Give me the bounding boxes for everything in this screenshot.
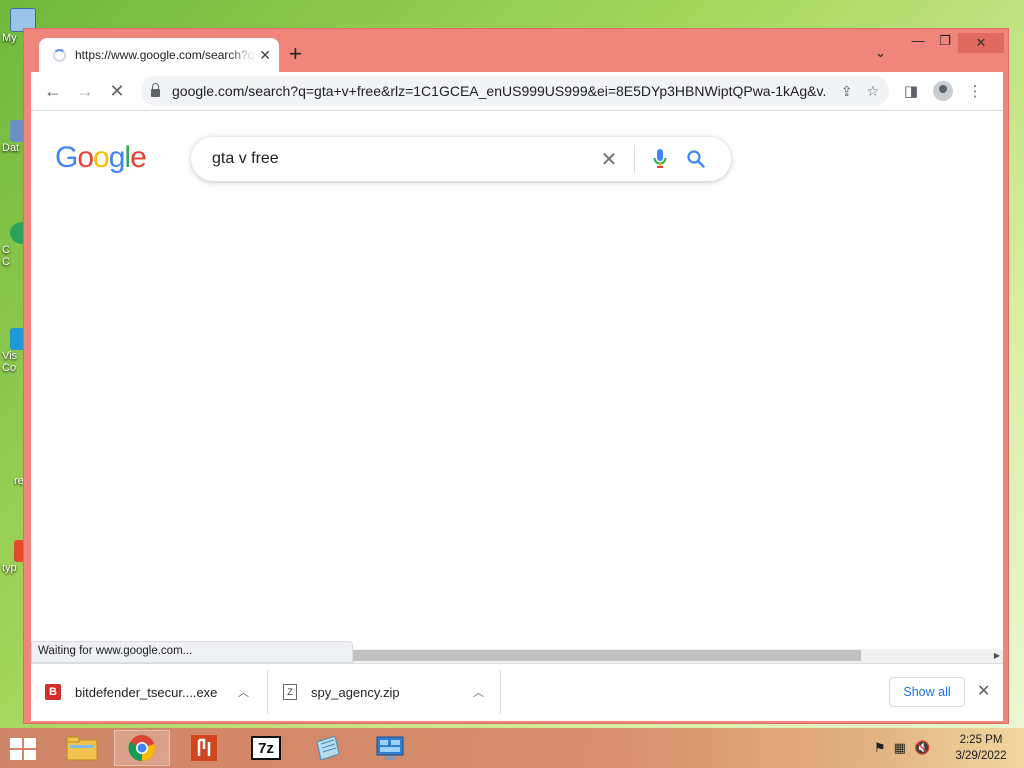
share-icon[interactable]: ⇪: [841, 83, 853, 100]
volume-muted-icon[interactable]: 🔇: [914, 740, 930, 756]
voice-search-icon[interactable]: [645, 149, 675, 169]
taskbar-clock[interactable]: 2:25 PM 3/29/2022: [946, 732, 1016, 764]
google-logo-letter: G: [55, 141, 78, 174]
side-panel-icon[interactable]: ◨: [895, 82, 927, 100]
show-all-downloads-button[interactable]: Show all: [889, 677, 965, 707]
url-text[interactable]: google.com/search?q=gta+v+free&rlz=1C1GC…: [172, 83, 827, 99]
download-item-bitdefender[interactable]: B bitdefender_tsecur....exe ︿: [45, 664, 255, 720]
profile-avatar-icon[interactable]: [933, 81, 953, 101]
downloads-bar: B bitdefender_tsecur....exe ︿ Z spy_agen…: [31, 663, 1003, 721]
clock-date: 3/29/2022: [955, 750, 1007, 762]
taskbar-pdf-reader[interactable]: [176, 730, 232, 766]
maximize-button[interactable]: ❐: [931, 33, 959, 49]
clock-time: 2:25 PM: [959, 734, 1003, 746]
window-close-button[interactable]: ✕: [958, 33, 1004, 53]
clear-search-icon[interactable]: ✕: [594, 147, 624, 172]
download-filename: bitdefender_tsecur....exe: [75, 684, 218, 700]
search-input[interactable]: gta v free: [212, 150, 594, 168]
pdf-reader-icon: [191, 735, 217, 761]
system-tray: ⚑ ▦ 🔇: [874, 740, 930, 756]
taskbar-control-panel[interactable]: [362, 730, 418, 766]
horizontal-scrollbar[interactable]: ▶: [353, 649, 1003, 663]
google-logo[interactable]: Google: [55, 141, 147, 175]
start-button[interactable]: [10, 738, 38, 760]
search-divider: [634, 145, 635, 173]
chevron-up-icon[interactable]: ︿: [238, 684, 249, 700]
search-submit-icon[interactable]: [681, 150, 711, 168]
search-box[interactable]: gta v free ✕: [191, 137, 731, 181]
stop-button[interactable]: ✕: [101, 81, 133, 102]
forward-button[interactable]: →: [69, 81, 101, 102]
download-filename: spy_agency.zip: [311, 684, 400, 700]
action-center-flag-icon[interactable]: ⚑: [874, 740, 886, 756]
bookmark-star-icon[interactable]: ☆: [866, 83, 879, 100]
network-icon[interactable]: ▦: [894, 740, 906, 756]
new-tab-button[interactable]: +: [289, 43, 302, 65]
status-bubble: Waiting for www.google.com...: [31, 641, 353, 663]
google-logo-letter: e: [130, 141, 147, 174]
google-logo-letter: o: [93, 141, 110, 174]
7zip-label: 7z: [258, 740, 274, 757]
windows-logo-pane: [24, 750, 36, 760]
browser-tab[interactable]: https://www.google.com/search?q=gta+v+fr…: [39, 38, 279, 72]
chrome-icon: [128, 735, 155, 762]
lock-icon[interactable]: [151, 83, 160, 97]
loading-spinner-icon: [53, 48, 66, 62]
download-divider: [267, 670, 268, 714]
windows-logo-icon: [10, 738, 22, 748]
file-explorer-icon: [66, 736, 98, 761]
taskbar-notepad[interactable]: [300, 730, 356, 766]
address-bar[interactable]: google.com/search?q=gta+v+free&rlz=1C1GC…: [141, 76, 889, 106]
google-logo-letter: o: [77, 141, 94, 174]
menu-kebab-icon[interactable]: ⋮: [959, 82, 991, 100]
taskbar: 7z ⚑ ▦ 🔇 2:25 PM 3/29/2022: [0, 728, 1024, 768]
url-path: /search?q=gta+v+free&rlz=1C1GCEA_enUS999…: [244, 83, 827, 99]
tab-title: https://www.google.com/search?q=gta+v+fr…: [75, 48, 255, 62]
tab-close-icon[interactable]: ✕: [259, 47, 271, 64]
chevron-up-icon[interactable]: ︿: [473, 684, 484, 700]
download-divider: [500, 670, 501, 714]
close-downloads-bar-icon[interactable]: ✕: [977, 681, 990, 701]
scroll-right-arrow-icon[interactable]: ▶: [994, 649, 1000, 663]
notepad-icon: [316, 735, 340, 761]
tab-search-button[interactable]: ⌄: [875, 45, 886, 61]
bitdefender-file-icon: B: [45, 684, 61, 700]
back-button[interactable]: ←: [37, 81, 69, 102]
taskbar-chrome[interactable]: [114, 730, 170, 766]
download-item-spy-agency[interactable]: Z spy_agency.zip ︿: [283, 664, 493, 720]
taskbar-7zip[interactable]: 7z: [238, 730, 294, 766]
windows-logo-pane: [10, 750, 22, 760]
browser-window: https://www.google.com/search?q=gta+v+fr…: [23, 28, 1009, 724]
google-logo-letter: g: [108, 141, 126, 174]
taskbar-file-explorer[interactable]: [54, 730, 110, 766]
7zip-icon: 7z: [251, 736, 281, 760]
browser-toolbar: ← → ✕ google.com/search?q=gta+v+free&rlz…: [31, 72, 1003, 110]
url-host: google.com: [172, 83, 245, 99]
control-panel-icon: [376, 736, 404, 760]
minimize-button[interactable]: —: [904, 33, 932, 48]
page-content: Google gta v free ✕: [31, 110, 1003, 664]
zip-file-icon: Z: [283, 684, 297, 700]
scrollbar-thumb[interactable]: [353, 650, 861, 661]
windows-logo-pane: [24, 738, 36, 748]
